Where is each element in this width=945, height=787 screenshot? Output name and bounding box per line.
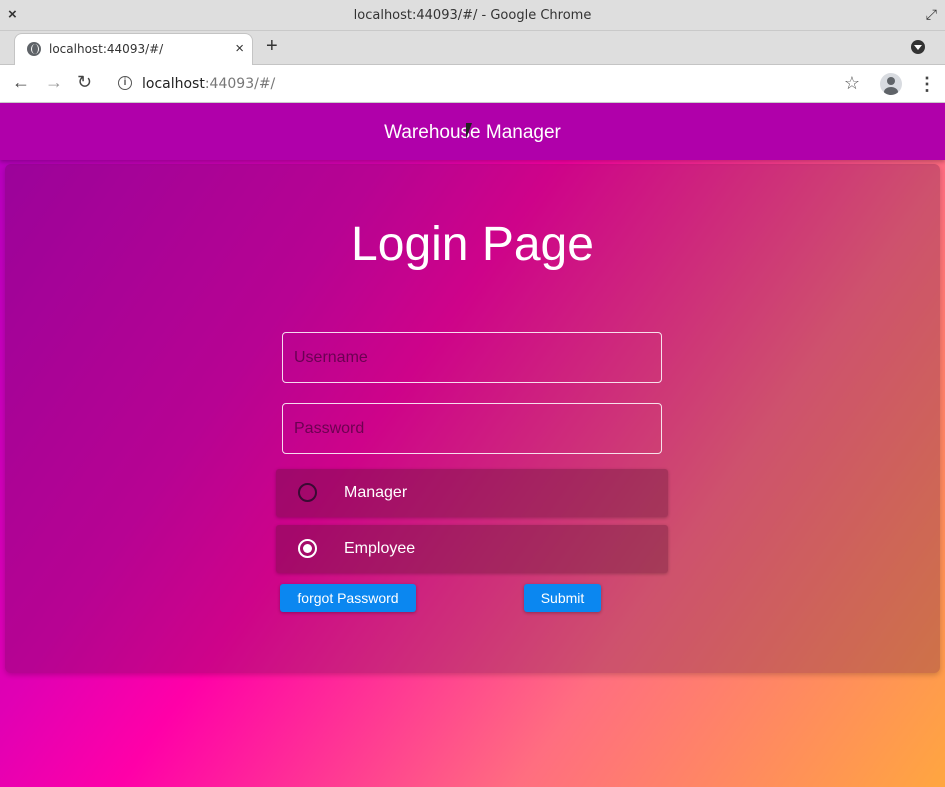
window-titlebar: × localhost:44093/#/ - Google Chrome ⤢ bbox=[0, 0, 945, 31]
url-path: :44093/#/ bbox=[204, 76, 276, 92]
tab-close-icon[interactable]: × bbox=[235, 40, 244, 57]
chrome-menu-icon[interactable]: ⋮ bbox=[918, 73, 936, 95]
role-option-manager[interactable]: Manager bbox=[276, 469, 668, 517]
profile-avatar-icon[interactable] bbox=[880, 73, 902, 95]
window-title: localhost:44093/#/ - Google Chrome bbox=[353, 8, 592, 23]
role-label-manager: Manager bbox=[344, 484, 408, 501]
tab-label: localhost:44093/#/ bbox=[49, 42, 164, 56]
radio-unchecked-icon[interactable] bbox=[298, 483, 317, 502]
back-icon[interactable]: ← bbox=[12, 72, 30, 93]
username-input[interactable] bbox=[282, 332, 662, 383]
toolbar: ← → ↻ i localhost:44093/#/ ☆ ⋮ bbox=[0, 65, 945, 103]
info-icon[interactable]: i bbox=[118, 76, 132, 90]
login-card: Login Page Manager Employee forgot Passw… bbox=[5, 164, 940, 673]
url-text[interactable]: localhost:44093/#/ bbox=[142, 76, 275, 92]
reload-icon[interactable]: ↻ bbox=[77, 72, 92, 93]
tab-search-icon[interactable] bbox=[911, 40, 925, 54]
role-label-employee: Employee bbox=[344, 540, 416, 557]
submit-button[interactable]: Submit bbox=[524, 584, 601, 612]
forward-icon[interactable]: → bbox=[45, 72, 63, 93]
radio-checked-icon[interactable] bbox=[298, 539, 317, 558]
browser-tab[interactable]: localhost:44093/#/ × bbox=[14, 33, 253, 66]
forgot-password-button[interactable]: forgot Password bbox=[280, 584, 416, 612]
password-input[interactable] bbox=[282, 403, 662, 454]
new-tab-icon[interactable]: + bbox=[266, 35, 278, 58]
tab-strip: localhost:44093/#/ × + bbox=[0, 31, 945, 66]
app-viewport: Warehouse Manager Login Page Manager Emp… bbox=[0, 103, 945, 787]
bookmark-star-icon[interactable]: ☆ bbox=[844, 73, 860, 94]
page-title: Login Page bbox=[351, 218, 594, 271]
address-bar[interactable]: i localhost:44093/#/ ☆ bbox=[108, 69, 876, 99]
mouse-cursor-icon bbox=[466, 123, 478, 139]
url-host: localhost bbox=[142, 76, 205, 92]
window-maximize-icon[interactable]: ⤢ bbox=[926, 6, 937, 23]
globe-icon bbox=[27, 42, 41, 56]
role-option-employee[interactable]: Employee bbox=[276, 525, 668, 573]
